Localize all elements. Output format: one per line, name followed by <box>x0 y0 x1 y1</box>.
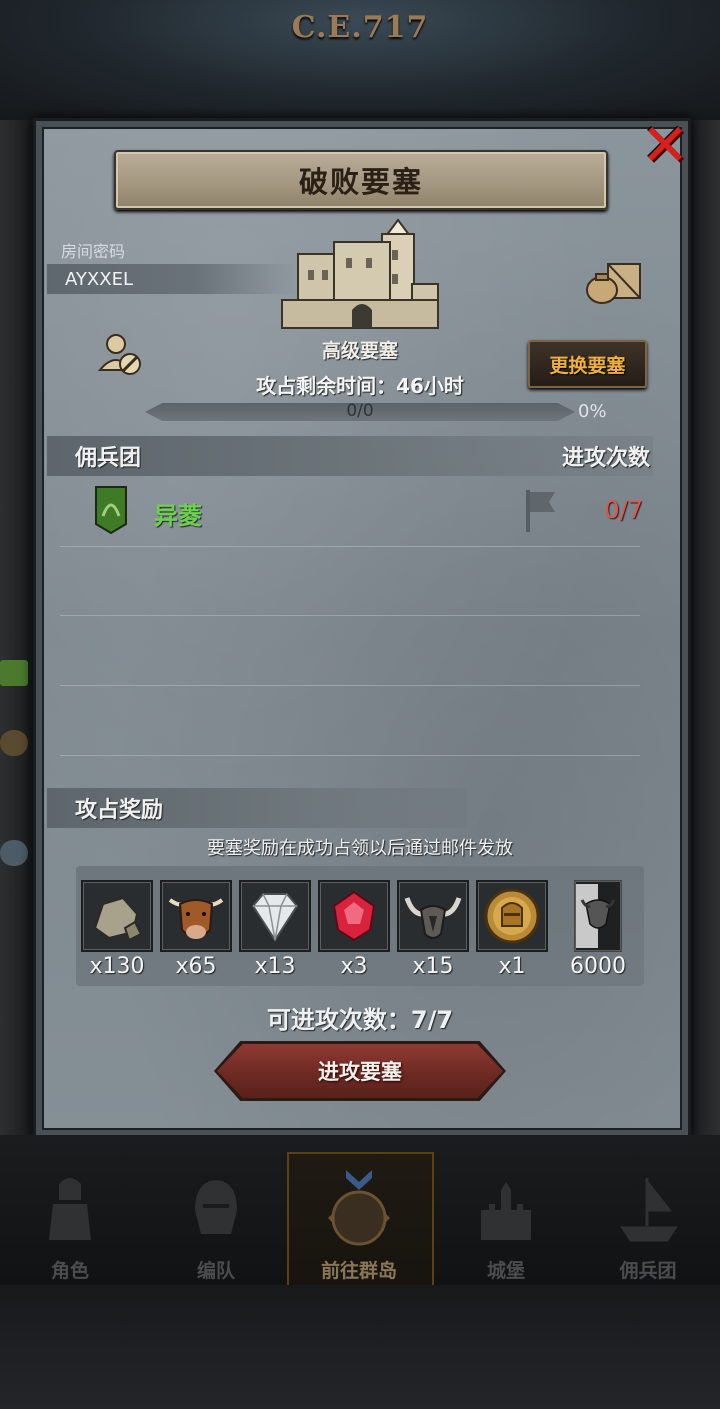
close-icon[interactable]: ✕ <box>640 116 690 174</box>
row-divider <box>60 755 640 756</box>
nav-item-mercenary[interactable]: 佣兵团 <box>578 1160 718 1282</box>
progress-text: 0/0 <box>346 401 374 421</box>
era-label: C.E.717 <box>291 10 429 45</box>
reward-item[interactable]: x15 <box>397 880 469 979</box>
reward-qty: x3 <box>340 954 368 979</box>
nav-item-formation[interactable]: 编队 <box>146 1160 286 1282</box>
reward-qty: x13 <box>254 954 296 979</box>
side-chip-green <box>0 660 28 686</box>
compass-icon <box>328 1170 390 1246</box>
nav-item-character[interactable]: 角色 <box>0 1160 140 1282</box>
flag-icon <box>526 490 555 532</box>
stone-icon <box>81 880 153 952</box>
reward-item[interactable]: x3 <box>318 880 390 979</box>
no-user-icon[interactable] <box>98 332 144 378</box>
room-code-label: 房间密码 <box>61 242 126 261</box>
mercenary-row[interactable]: 异菱 0/7 <box>47 478 653 544</box>
room-code-value[interactable]: AYXXEL <box>47 264 297 294</box>
reward-qty: x130 <box>89 954 145 979</box>
resource-bag-icon[interactable] <box>584 258 644 306</box>
reward-item[interactable]: x1 <box>476 880 548 979</box>
guild-banner-icon <box>95 486 127 534</box>
row-divider <box>60 685 640 686</box>
row-divider <box>60 546 640 547</box>
mercenary-header-label: 佣兵团 <box>75 446 142 471</box>
swap-fortress-button[interactable]: 更换要塞 <box>528 340 647 388</box>
helmet-icon <box>195 1180 237 1234</box>
bottom-background <box>0 1285 720 1409</box>
rewards-note: 要塞奖励在成功占领以后通过邮件发放 <box>207 838 513 859</box>
reward-qty: x65 <box>175 954 217 979</box>
reward-qty: x1 <box>498 954 526 979</box>
knight-medal-icon <box>476 880 548 952</box>
rewards-section-header: 攻占奖励 <box>47 788 467 828</box>
reward-item[interactable]: x130 <box>81 880 153 979</box>
nav-label: 前往群岛 <box>320 1260 397 1282</box>
progress-percent: 0% <box>578 401 607 422</box>
nav-item-castle[interactable]: 城堡 <box>436 1160 576 1282</box>
nav-label: 佣兵团 <box>619 1260 677 1282</box>
nav-label: 城堡 <box>486 1260 525 1282</box>
time-remaining: 攻占剩余时间：46小时 <box>256 374 464 398</box>
reward-qty: x15 <box>412 954 454 979</box>
attack-count-header: 进攻次数 <box>561 446 650 471</box>
knight-icon <box>49 1178 91 1240</box>
mercenary-name: 异菱 <box>154 502 202 530</box>
rewards-header-label: 攻占奖励 <box>75 798 164 823</box>
castle-nav-icon <box>481 1182 531 1240</box>
row-divider <box>60 615 640 616</box>
fortress-name: 高级要塞 <box>321 340 398 362</box>
bull-banner-icon <box>574 880 622 952</box>
attempts-remaining: 可进攻次数：7/7 <box>266 1006 454 1034</box>
nav-item-islands[interactable]: 前往群岛 <box>289 1160 429 1282</box>
diamond-icon <box>239 880 311 952</box>
attack-fortress-button[interactable]: 进攻要塞 <box>217 1044 503 1098</box>
ox-icon <box>160 880 232 952</box>
nav-label: 角色 <box>50 1260 89 1282</box>
dialog-title: 破败要塞 <box>114 150 608 210</box>
right-map-edge <box>690 120 720 1140</box>
room-code-text: AYXXEL <box>65 268 133 290</box>
left-map-edge <box>0 120 30 1140</box>
nav-label: 编队 <box>196 1260 235 1282</box>
horned-helmet-icon <box>397 880 469 952</box>
reward-qty: 6000 <box>570 954 626 979</box>
reward-item[interactable]: x65 <box>160 880 232 979</box>
reward-item[interactable]: 6000 <box>562 880 634 979</box>
side-chip-search-icon[interactable] <box>0 840 28 866</box>
reward-item[interactable]: x13 <box>239 880 311 979</box>
side-chip-target-icon[interactable] <box>0 730 28 756</box>
castle-icon <box>281 218 439 329</box>
ship-icon <box>620 1177 678 1242</box>
mercenary-attack-count: 0/7 <box>604 496 643 524</box>
ruby-icon <box>318 880 390 952</box>
